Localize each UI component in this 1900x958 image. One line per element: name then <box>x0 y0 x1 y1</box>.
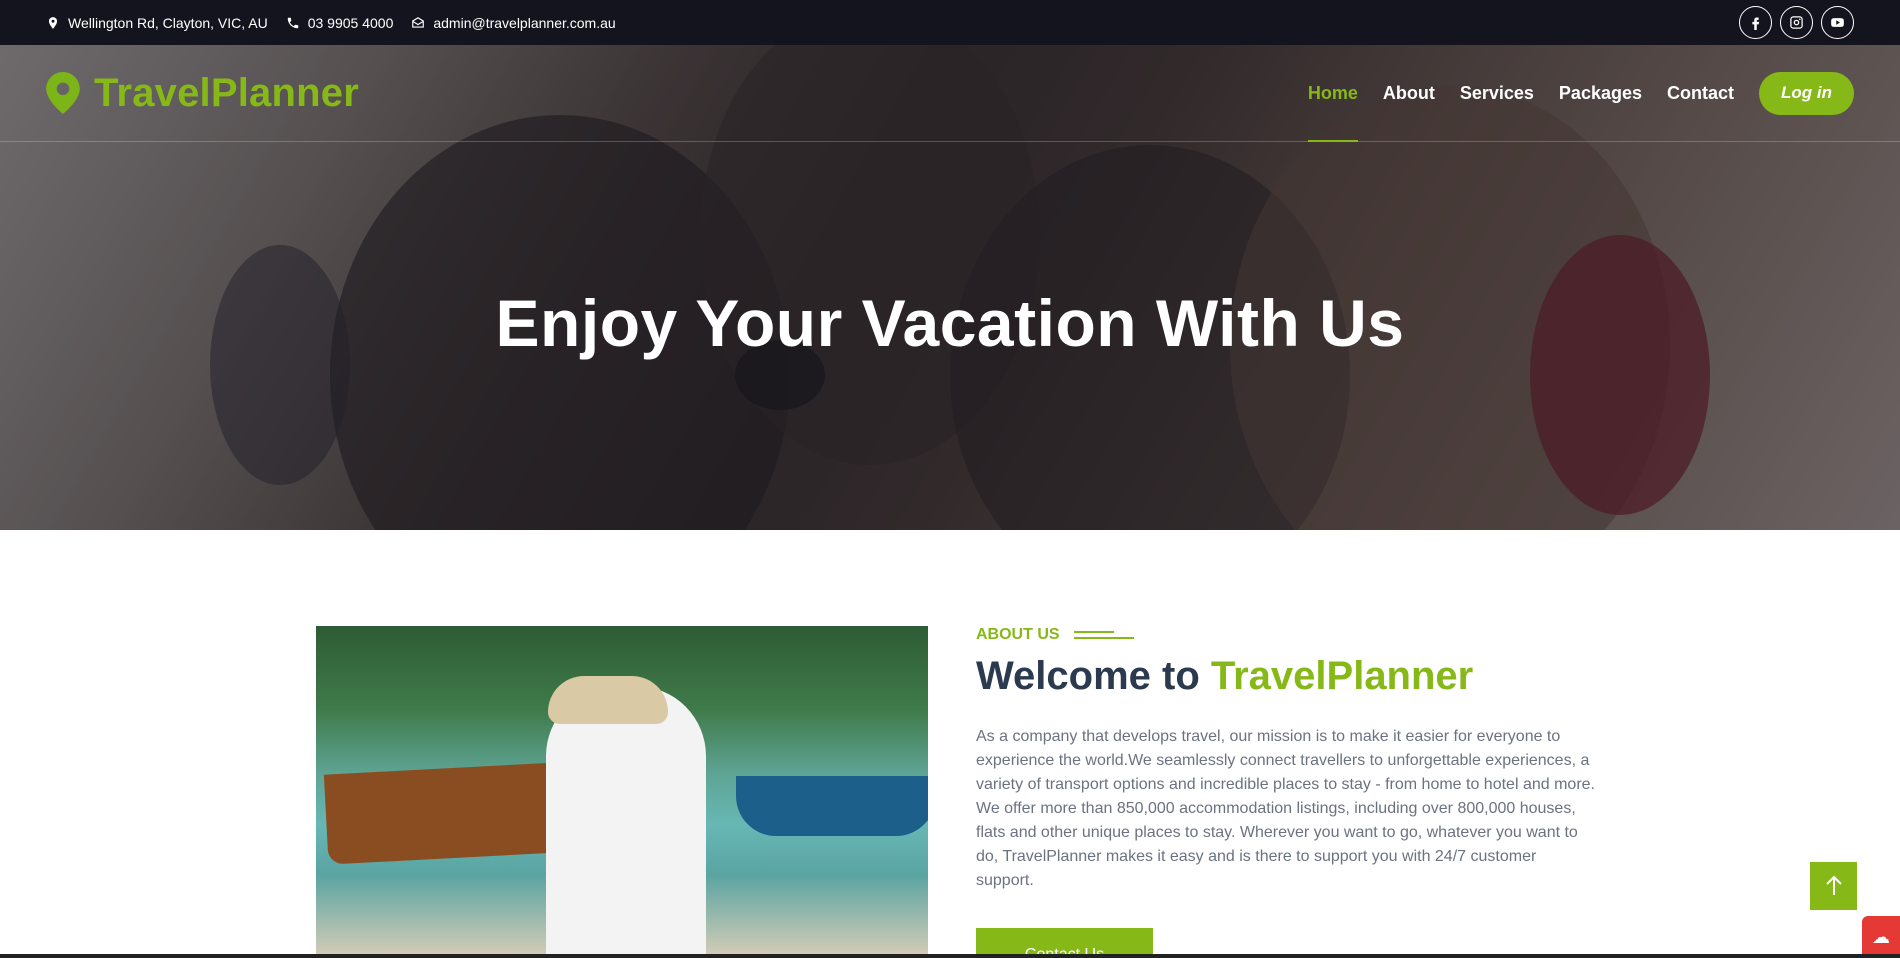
brand-name: TravelPlanner <box>94 70 359 115</box>
youtube-icon <box>1831 18 1844 27</box>
location-icon <box>48 16 58 29</box>
envelope-icon <box>412 16 425 28</box>
nav-services[interactable]: Services <box>1460 45 1534 142</box>
boat-shape <box>736 776 928 836</box>
about-content: ABOUT US Welcome to TravelPlanner As a c… <box>976 626 1596 893</box>
youtube-button[interactable] <box>1821 6 1854 39</box>
address-item: Wellington Rd, Clayton, VIC, AU <box>46 15 268 31</box>
nav-home[interactable]: Home <box>1307 45 1358 142</box>
top-info-bar: Wellington Rd, Clayton, VIC, AU 03 9905 … <box>0 0 1900 45</box>
facebook-icon <box>1752 17 1760 30</box>
email-text: admin@travelplanner.com.au <box>433 14 616 31</box>
contact-info: Wellington Rd, Clayton, VIC, AU 03 9905 … <box>46 15 616 31</box>
heading-prefix: Welcome to <box>976 654 1200 698</box>
nav-packages[interactable]: Packages <box>1559 45 1642 142</box>
email-item[interactable]: admin@travelplanner.com.au <box>411 14 616 31</box>
brand-logo[interactable]: TravelPlanner <box>46 71 359 116</box>
page-bottom-edge <box>0 954 1900 958</box>
hero-title: Enjoy Your Vacation With Us <box>495 286 1405 360</box>
about-image <box>316 626 928 958</box>
instagram-icon <box>1790 16 1803 29</box>
tag-decoration <box>1073 631 1134 639</box>
section-tag: ABOUT US <box>976 626 1596 644</box>
phone-item[interactable]: 03 9905 4000 <box>286 14 394 31</box>
nav-contact[interactable]: Contact <box>1667 45 1734 142</box>
section-tag-label: ABOUT US <box>976 626 1060 643</box>
nav-menu: Home About Services Packages Contact Log… <box>1307 45 1854 142</box>
phone-text: 03 9905 4000 <box>307 14 394 31</box>
heading-accent: TravelPlanner <box>1210 654 1474 698</box>
traveler-figure <box>546 686 706 958</box>
hero-banner: TravelPlanner Home About Services Packag… <box>0 45 1900 530</box>
about-heading: Welcome to TravelPlanner <box>976 654 1596 699</box>
instagram-button[interactable] <box>1780 6 1813 39</box>
address-text: Wellington Rd, Clayton, VIC, AU <box>68 14 268 31</box>
main-navbar: TravelPlanner Home About Services Packag… <box>0 45 1900 142</box>
social-links <box>1739 6 1854 39</box>
hat-shape <box>548 676 668 724</box>
arrow-up-icon <box>1825 875 1842 895</box>
about-paragraph: As a company that develops travel, our m… <box>976 728 1595 889</box>
chat-widget-icon[interactable]: ☁ <box>1862 916 1900 958</box>
nav-about[interactable]: About <box>1383 45 1435 142</box>
map-pin-icon <box>46 72 80 114</box>
login-button[interactable]: Log in <box>1759 71 1854 115</box>
phone-icon <box>287 17 298 28</box>
back-to-top-button[interactable] <box>1810 862 1857 910</box>
facebook-button[interactable] <box>1739 6 1772 39</box>
